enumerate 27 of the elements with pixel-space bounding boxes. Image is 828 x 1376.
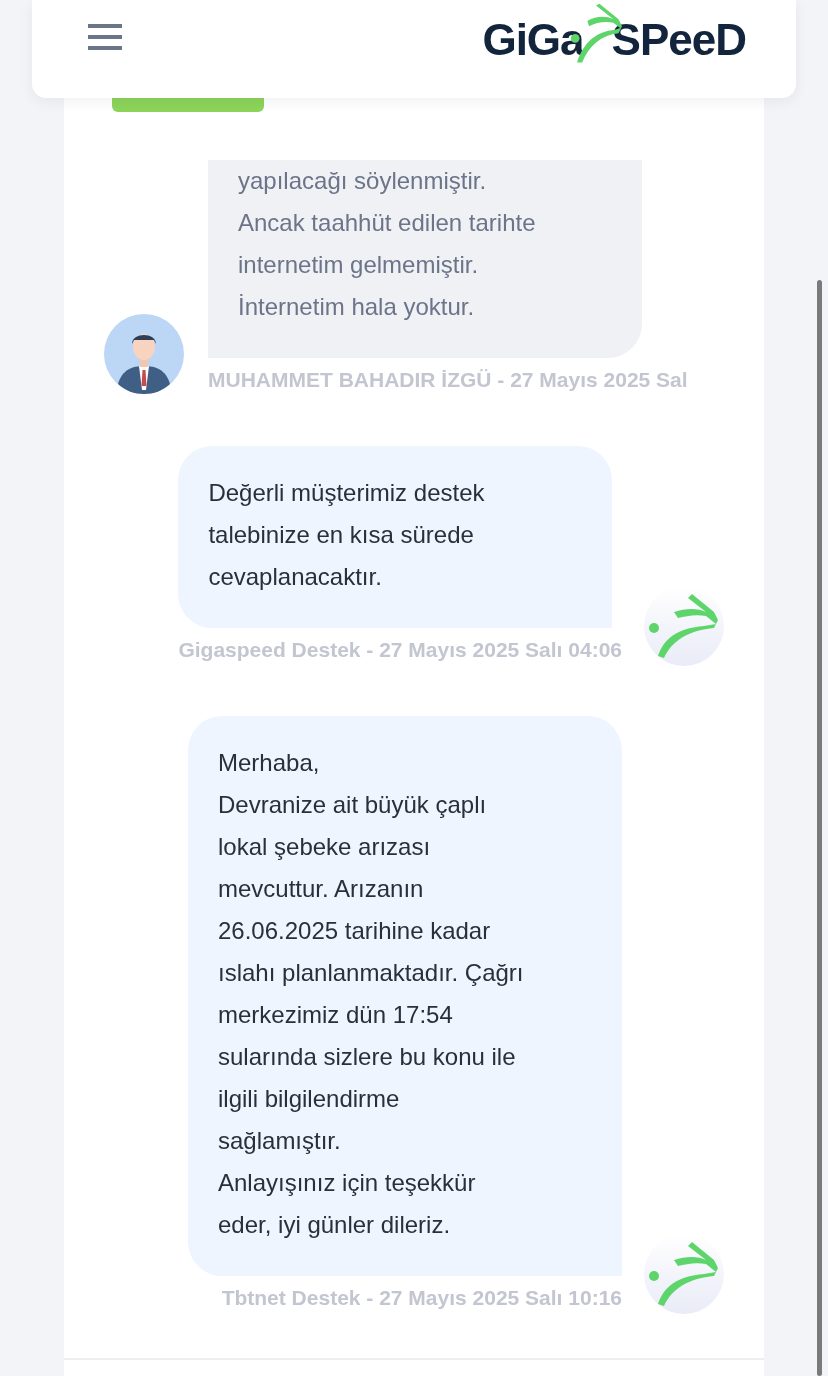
menu-icon[interactable] <box>88 24 122 50</box>
message-text: merkezimiz dün 17:54 <box>218 1000 454 1030</box>
message-text: ıslahı planlanmaktadır. Çağrı <box>218 958 525 988</box>
message-text: Anlayışınız için teşekkür <box>218 1168 477 1198</box>
message-text: talebinize en kısa sürede <box>208 520 475 550</box>
message-text: Ancak taahhüt edilen tarihte <box>238 208 537 238</box>
message-meta: Gigaspeed Destek - 27 Mayıs 2025 Salı 04:06 <box>178 638 622 662</box>
message-meta: MUHAMMET BAHADIR İZGÜ - 27 Mayıs 2025 Sal <box>208 368 688 392</box>
message-text: internetim gelmemiştir. <box>238 250 480 280</box>
message-text: ilgili bilgilendirme <box>218 1084 401 1114</box>
message-text: İnternetim hala yoktur. <box>238 292 476 322</box>
person-avatar-icon <box>104 314 184 394</box>
message-text: yapılacağı söylenmiştir. <box>238 166 488 196</box>
message-text: sularında sizlere bu konu ile <box>218 1042 517 1072</box>
logo-text: SPeeD <box>611 18 746 66</box>
message-text: 26.06.2025 tarihine kadar <box>218 916 492 946</box>
message-text: mevcuttur. Arızanın <box>218 874 425 904</box>
message-meta: Tbtnet Destek - 27 Mayıs 2025 Salı 10:16 <box>221 1286 622 1310</box>
logo-text: GiGa <box>482 18 584 66</box>
message-text: Devranize ait büyük çaplı <box>218 790 488 820</box>
message-text: eder, iyi günler dileriz. <box>218 1210 452 1240</box>
message-text: Değerli müşterimiz destek <box>208 478 486 508</box>
message-text: lokal şebeke arızası <box>218 832 432 862</box>
scrollbar[interactable] <box>817 280 822 1376</box>
message-text: cevaplanacaktır. <box>208 562 383 592</box>
message-text: Merhaba, <box>218 748 321 778</box>
message-text: sağlamıştır. <box>218 1126 342 1156</box>
